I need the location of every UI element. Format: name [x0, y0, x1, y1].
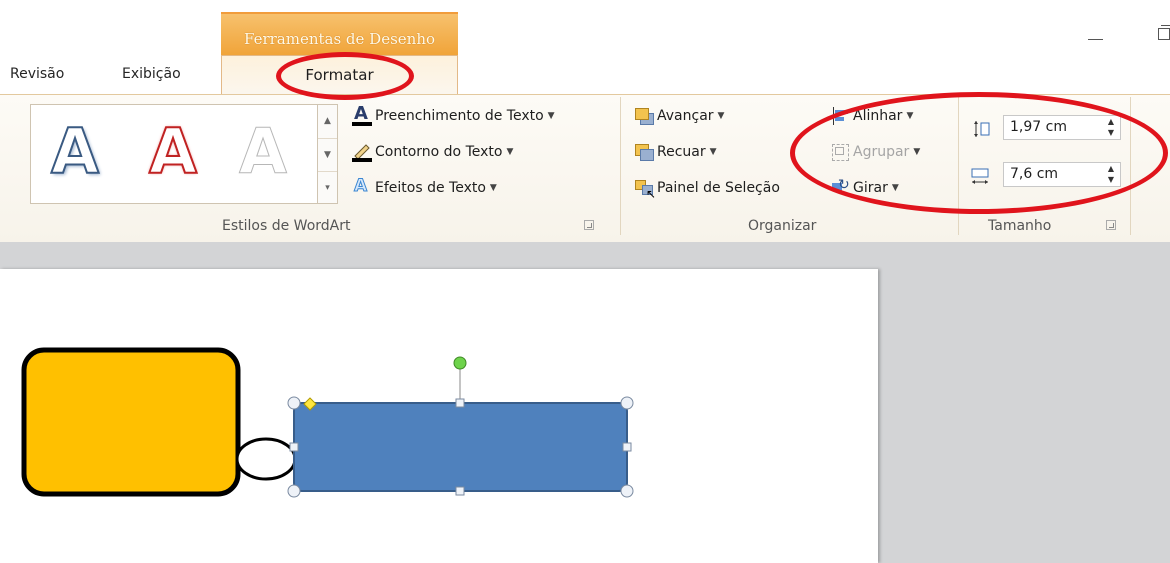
selection-pane-icon: ↖	[634, 179, 656, 201]
annotation-ellipse-formatar	[276, 52, 414, 100]
blue-rectangle-shape[interactable]	[293, 402, 628, 492]
selection-pane-button[interactable]: ↖ Painel de Seleção	[634, 179, 780, 201]
connector-ellipse[interactable]	[235, 437, 297, 481]
sizing-handle-bottom-left[interactable]	[287, 484, 301, 498]
gallery-more-icon[interactable]: ▾	[318, 171, 337, 205]
restore-window-icon[interactable]	[1150, 20, 1170, 50]
rotation-handle[interactable]	[453, 356, 467, 370]
chevron-down-icon: ▼	[709, 147, 717, 157]
group-label-wordart: Estilos de WordArt	[222, 218, 351, 234]
sizing-handle-right[interactable]	[622, 442, 632, 452]
sizing-handle-left[interactable]	[289, 442, 299, 452]
sizing-handle-top-right[interactable]	[620, 396, 634, 410]
text-effects-label: Efeitos de Texto	[375, 180, 486, 196]
selection-pane-label: Painel de Seleção	[657, 180, 780, 196]
text-effects-button[interactable]: A Efeitos de Texto ▼	[352, 176, 497, 197]
text-outline-button[interactable]: Contorno do Texto ▼	[352, 143, 514, 162]
slide-shapes	[21, 347, 634, 498]
sizing-handle-bottom[interactable]	[455, 486, 465, 496]
chevron-down-icon: ▼	[547, 111, 555, 121]
sizing-handle-top[interactable]	[455, 398, 465, 408]
text-fill-button[interactable]: A Preenchimento de Texto ▼	[352, 103, 555, 126]
chevron-down-icon: ▼	[489, 183, 497, 193]
dialog-launcher-icon[interactable]	[584, 220, 594, 230]
dialog-launcher-icon[interactable]	[1106, 220, 1116, 230]
chevron-down-icon: ▼	[717, 111, 725, 121]
send-backward-icon	[634, 143, 654, 161]
ribbon-tab-strip: Revisão Exibição Ferramentas de Desenho …	[0, 0, 1170, 97]
send-backward-label: Recuar	[657, 144, 706, 160]
yellow-rounded-rectangle[interactable]	[21, 347, 241, 497]
gallery-up-arrow-icon[interactable]: ▲	[318, 105, 337, 138]
text-effects-icon: A	[353, 176, 368, 197]
group-divider	[620, 97, 621, 235]
text-fill-label: Preenchimento de Texto	[375, 108, 544, 124]
sizing-handle-top-left[interactable]	[287, 396, 301, 410]
text-outline-icon	[352, 143, 372, 162]
wordart-style-gallery[interactable]: A A A	[30, 104, 318, 204]
annotation-ellipse-arrange-size	[790, 92, 1168, 214]
slide-canvas[interactable]	[0, 269, 878, 563]
drawing-tools-contextual-header: Ferramentas de Desenho	[221, 12, 458, 56]
text-outline-label: Contorno do Texto	[375, 144, 503, 160]
bring-forward-label: Avançar	[657, 108, 714, 124]
bring-forward-button[interactable]: Avançar ▼	[634, 107, 724, 125]
send-backward-button[interactable]: Recuar ▼	[634, 143, 717, 161]
gallery-down-arrow-icon[interactable]: ▼	[318, 138, 337, 172]
group-label-organizar: Organizar	[748, 218, 817, 234]
gallery-scrollbar[interactable]: ▲ ▼ ▾	[318, 104, 338, 204]
minimize-ribbon-icon[interactable]	[1082, 20, 1112, 50]
group-label-tamanho: Tamanho	[988, 218, 1052, 234]
wordart-style-white[interactable]: A	[239, 120, 288, 183]
tab-exibicao[interactable]: Exibição	[122, 66, 181, 82]
wordart-style-blue-outline[interactable]: A	[50, 120, 100, 184]
wordart-style-red-outline[interactable]: A	[148, 120, 198, 184]
text-fill-icon: A	[352, 103, 372, 126]
sizing-handle-bottom-right[interactable]	[620, 484, 634, 498]
bring-forward-icon	[634, 107, 654, 125]
tab-revisao[interactable]: Revisão	[10, 66, 64, 82]
contextual-tab-title: Ferramentas de Desenho	[243, 30, 436, 48]
chevron-down-icon: ▼	[506, 147, 514, 157]
